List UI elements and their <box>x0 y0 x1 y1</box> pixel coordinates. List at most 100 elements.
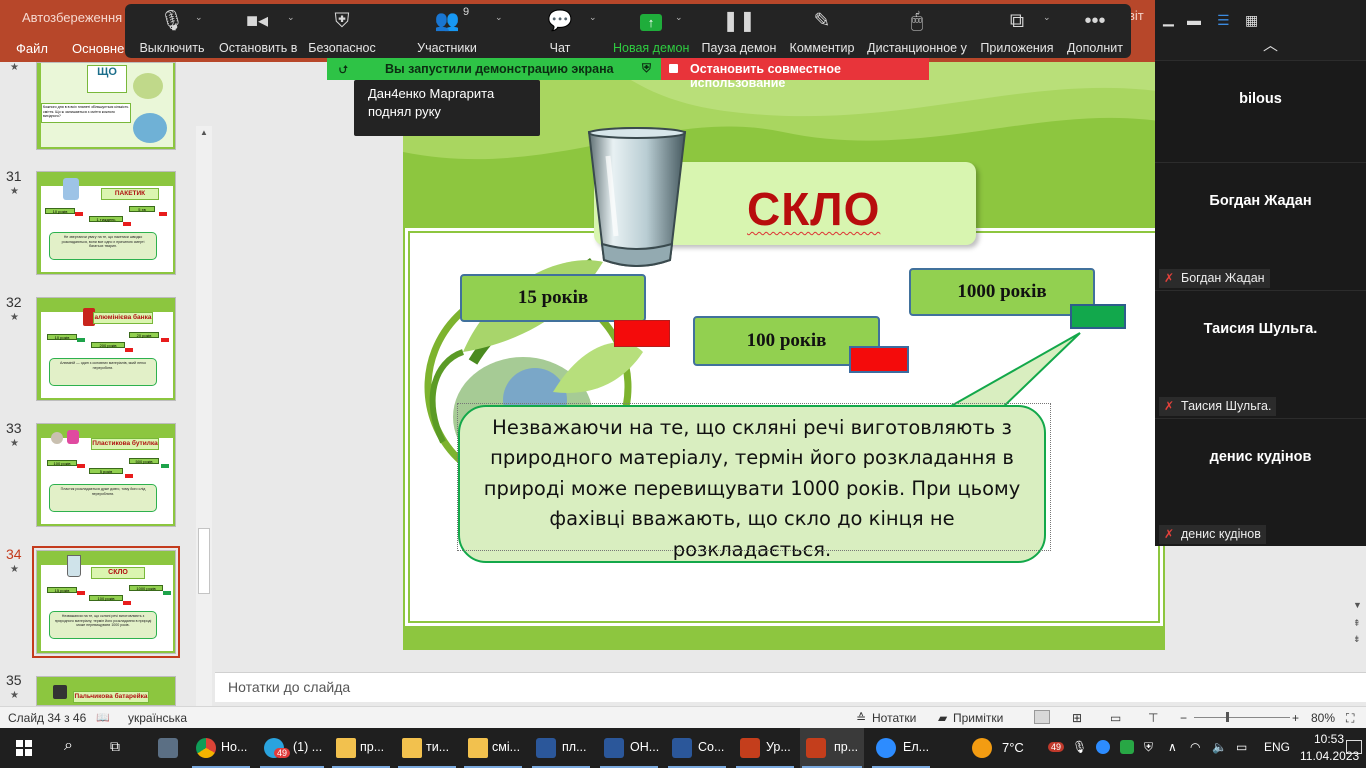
zoom-level[interactable]: 80% <box>1311 711 1335 725</box>
window-icon[interactable]: ▬ <box>1187 12 1201 28</box>
star-icon: ★ <box>10 438 19 449</box>
slide-scrollbar[interactable]: ▼ ⇞ ⇟ <box>1350 546 1366 672</box>
next-slide-icon[interactable]: ⇟ <box>1353 634 1361 645</box>
chevron-up-icon[interactable]: ∧ <box>1168 740 1177 754</box>
scroll-down-icon[interactable]: ▼ <box>1353 600 1362 610</box>
tab-file[interactable]: Файл <box>16 41 48 56</box>
language-indicator[interactable]: українська <box>128 711 187 725</box>
input-language[interactable]: ENG <box>1264 740 1290 754</box>
slide-thumbnail-31[interactable]: ПАКЕТИК 10 років 1 тиждень 5 хв Не зверт… <box>36 171 176 275</box>
notes-placeholder[interactable]: Нотатки до слайда <box>228 679 350 695</box>
raised-hand-notification[interactable]: Дан4енко Маргарита поднял руку <box>354 80 540 136</box>
chat-button[interactable]: 💬 Чат ⌄ <box>537 8 597 58</box>
thumb-caption: Пластик розкладається дуже довго, тому й… <box>49 484 157 512</box>
years-box-15[interactable]: 15 років <box>460 274 646 322</box>
thumb-title: ПАКЕТИК <box>101 188 159 200</box>
participants-button[interactable]: 👥 9 Участники ⌄ <box>415 6 502 58</box>
slideshow-icon[interactable]: ⊤ <box>1148 711 1158 725</box>
chevron-down-icon[interactable]: ⌄ <box>589 12 597 23</box>
remote-control-button[interactable]: 🖱 Дистанционное у <box>867 8 967 58</box>
slide-sorter-icon[interactable]: ⊞ <box>1072 711 1082 725</box>
scroll-up-icon[interactable]: ▲ <box>198 128 210 137</box>
comments-icon[interactable]: ▰ <box>938 711 947 725</box>
zoom-in-icon[interactable]: + <box>1292 711 1299 725</box>
sharing-banner[interactable]: ⮍ Вы запустили демонстрацию экрана ⛨ <box>327 58 661 80</box>
notes-pane[interactable]: Нотатки до слайда <box>215 672 1366 702</box>
mute-button[interactable]: 🎙 Выключить ⌄ <box>137 8 207 58</box>
notifications-icon[interactable] <box>1346 740 1362 754</box>
comments-button[interactable]: Примітки <box>953 711 1003 725</box>
weather-icon[interactable] <box>972 738 992 758</box>
fit-slide-icon[interactable]: ⛶ <box>1346 711 1354 726</box>
wifi-icon[interactable]: ◠ <box>1190 740 1200 754</box>
chevron-down-icon[interactable]: ⌄ <box>675 12 683 23</box>
taskbar-app-powerpoint[interactable]: Ур... <box>734 728 796 768</box>
search-button[interactable]: ⌕ <box>58 728 88 768</box>
tab-home[interactable]: Основне <box>72 41 124 56</box>
chevron-up-icon[interactable]: ︿ <box>1263 34 1278 55</box>
slide-thumbnail-32[interactable]: алюмінієва банка 10 років 200 років 20 р… <box>36 297 176 401</box>
pause-share-button[interactable]: ❚❚ Пауза демон <box>701 8 777 58</box>
annotate-button[interactable]: ✎ Комментир <box>787 8 857 58</box>
zoom-slider[interactable] <box>1194 717 1290 718</box>
zoom-out-icon[interactable]: − <box>1180 711 1187 725</box>
taskbar-app-telegram[interactable]: 49 (1) ... <box>258 728 326 768</box>
chevron-down-icon[interactable]: ⌄ <box>287 12 295 23</box>
taskbar-app-folder[interactable]: смі... <box>462 728 524 768</box>
taskbar-app-folder[interactable]: пр... <box>330 728 392 768</box>
spellcheck-icon[interactable]: 📖 <box>96 711 110 724</box>
chevron-down-icon[interactable]: ⌄ <box>495 12 503 23</box>
thumb-box: 100 років <box>47 460 77 466</box>
thumbnails-scrollbar[interactable]: ▲ ▼ <box>196 126 212 766</box>
thumb-caption: Кожного дня в в всіх планеті збільшуєтьс… <box>41 103 131 123</box>
scrollbar-thumb[interactable] <box>198 528 210 594</box>
thumb-box: 1000 років <box>129 585 163 591</box>
tray-app-icon[interactable] <box>1120 740 1134 754</box>
volume-icon[interactable]: 🔈 <box>1212 740 1227 754</box>
participant-tile[interactable]: Таисия Шульга. ✗ Таисия Шульга. <box>1155 290 1366 416</box>
notes-button[interactable]: Нотатки <box>872 711 916 725</box>
years-box-1000[interactable]: 1000 років <box>909 268 1095 316</box>
shield-icon[interactable]: ⛨ <box>1144 740 1153 755</box>
task-view-button[interactable]: ⧉ <box>104 728 134 768</box>
taskbar-app-folder[interactable]: ти... <box>396 728 458 768</box>
new-share-button[interactable]: ↑ Новая демон ⌄ <box>613 8 689 58</box>
slide-thumbnail-35[interactable]: Пальчикова батарейка <box>36 676 176 706</box>
calculator-button[interactable] <box>150 728 186 768</box>
slide-thumbnail-34[interactable]: СКЛО 15 років 100 років 1000 років Незва… <box>36 550 176 654</box>
previous-slide-icon[interactable]: ⇞ <box>1353 618 1361 629</box>
clock-time[interactable]: 10:53 <box>1314 732 1344 746</box>
normal-view-icon[interactable] <box>1034 710 1050 724</box>
slide-title[interactable]: СКЛО <box>747 182 880 236</box>
notes-icon[interactable]: ≙ <box>856 711 866 725</box>
zoom-tray-icon[interactable] <box>1096 740 1110 754</box>
zoom-slider-thumb[interactable] <box>1226 712 1229 722</box>
tray-badge[interactable]: 49 <box>1048 742 1065 752</box>
taskbar-app-zoom[interactable]: Ел... <box>870 728 932 768</box>
chevron-down-icon[interactable]: ⌄ <box>1043 12 1051 23</box>
autosave-label[interactable]: Автозбереження <box>22 10 122 25</box>
taskbar-app-chrome[interactable]: Но... <box>190 728 252 768</box>
chevron-down-icon[interactable]: ⌄ <box>195 12 203 23</box>
slide-thumbnail-33[interactable]: Пластикова бутилка 100 років 5 років 500… <box>36 423 176 527</box>
security-button[interactable]: ⛨ Безопаснос <box>307 8 377 58</box>
gallery-view-icon[interactable]: ▦ <box>1245 12 1258 29</box>
taskbar-app-powerpoint[interactable]: пр... <box>800 728 864 768</box>
slide-thumbnail-30[interactable]: ЩО Кожного дня в в всіх планеті збільшує… <box>36 62 176 150</box>
taskbar-app-word[interactable]: ОН... <box>598 728 660 768</box>
reading-view-icon[interactable]: ▭ <box>1110 711 1121 725</box>
minimize-icon[interactable]: ▁ <box>1163 10 1174 27</box>
participant-tile[interactable]: денис кудінов ✗ денис кудінов <box>1155 418 1366 544</box>
apps-button[interactable]: ⧉ Приложения ⌄ <box>979 8 1055 58</box>
weather-temperature[interactable]: 7°C <box>1002 740 1024 755</box>
taskbar-app-word[interactable]: Со... <box>666 728 728 768</box>
start-button[interactable] <box>0 728 48 768</box>
speaker-view-icon[interactable]: ☰ <box>1217 12 1230 29</box>
stop-video-button[interactable]: ■◂ Остановить в ⌄ <box>219 8 297 58</box>
more-button[interactable]: ••• Дополнит <box>1063 8 1127 58</box>
battery-icon[interactable]: ▭ <box>1236 740 1247 754</box>
taskbar-app-word[interactable]: пл... <box>530 728 592 768</box>
stop-share-button[interactable]: Остановить совместное использование <box>661 58 929 90</box>
participant-tile[interactable]: Богдан Жадан ✗ Богдан Жадан <box>1155 162 1366 288</box>
microphone-icon[interactable]: 🎙 <box>1072 740 1087 754</box>
